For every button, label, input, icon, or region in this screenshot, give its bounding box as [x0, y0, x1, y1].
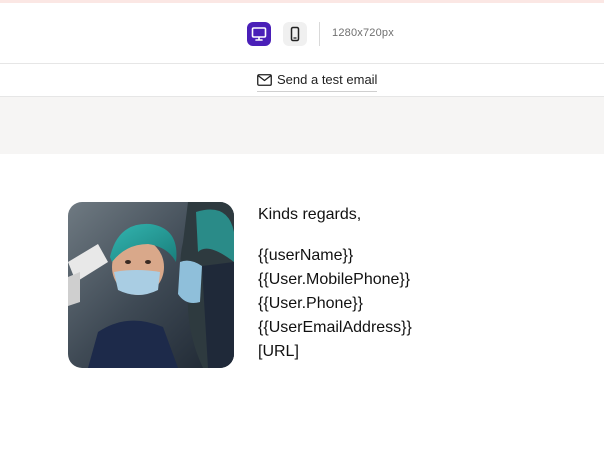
desktop-view-button[interactable]: [247, 22, 271, 46]
send-test-email-label: Send a test email: [277, 72, 378, 87]
signature-greeting: Kinds regards,: [258, 206, 362, 223]
signature-photo: [68, 202, 234, 368]
mobile-icon: [290, 26, 300, 42]
viewport-size-label: 1280x720px: [332, 27, 394, 39]
email-signature: Kinds regards, {{userName}} {{User.Mobil…: [258, 204, 412, 364]
toolbar-divider: [319, 22, 320, 46]
preview-toolbar: 1280x720px: [0, 3, 604, 64]
signature-user-name: {{userName}}: [258, 247, 354, 264]
test-email-bar: Send a test email: [0, 64, 604, 97]
email-header-band: [0, 97, 604, 154]
signature-mobile-phone: {{User.MobilePhone}}: [258, 271, 411, 288]
email-preview-body: Kinds regards, {{userName}} {{User.Mobil…: [0, 154, 604, 469]
envelope-icon: [257, 73, 272, 86]
desktop-icon: [251, 27, 267, 41]
send-test-email-button[interactable]: Send a test email: [257, 69, 378, 92]
signature-url: [URL]: [258, 343, 299, 360]
mobile-view-button[interactable]: [283, 22, 307, 46]
signature-email-address: {{UserEmailAddress}}: [258, 319, 412, 336]
signature-phone: {{User.Phone}}: [258, 295, 363, 312]
